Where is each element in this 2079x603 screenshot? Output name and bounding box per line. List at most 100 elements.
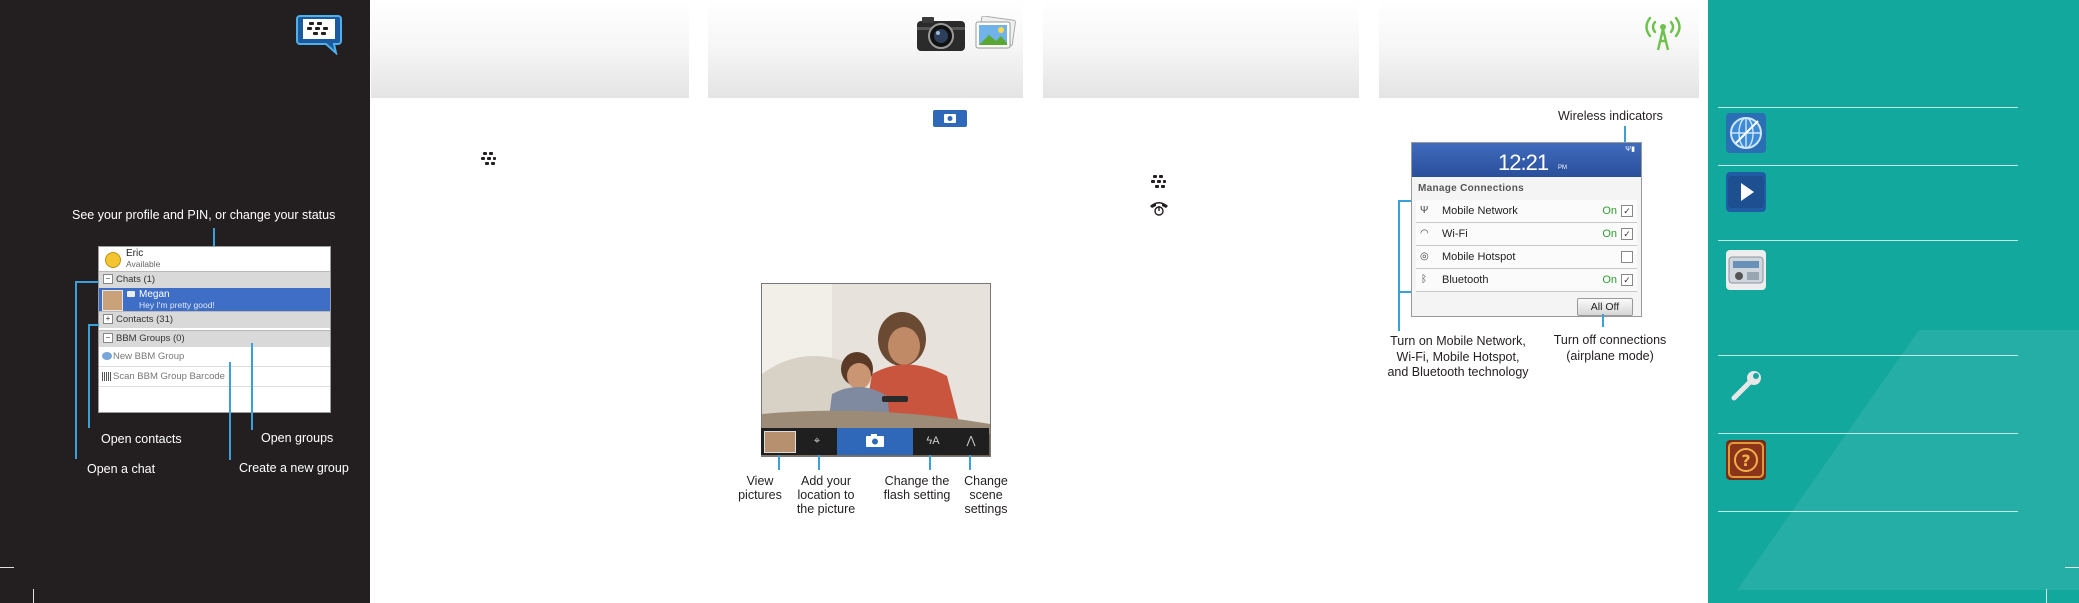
wifi-row[interactable]: ◠ Wi-Fi On ✓ [1416,223,1637,246]
svg-text:?: ? [1741,451,1750,470]
status-bar: 12:21 PM Ψ▮ [1412,143,1641,177]
camera-icon [916,13,966,58]
chat-name: Megan [139,289,170,300]
media-play-icon [1726,172,1766,212]
shutter-button[interactable] [837,428,913,455]
mobile-network-checkbox[interactable]: ✓ [1621,205,1633,217]
new-group-item[interactable]: New BBM Group [99,347,330,367]
camera-shutter-icon [866,434,884,448]
camera-button-icon [933,110,967,127]
end-power-key-icon [1148,200,1170,221]
bluetooth-row[interactable]: ᛒ Bluetooth On ✓ [1416,269,1637,292]
groups-header[interactable]: − BBM Groups (0) [99,330,330,347]
divider [1718,511,2018,512]
browser-globe-icon [1726,113,1766,153]
divider [1718,355,2018,356]
chat-message: Hey I'm pretty good! [139,300,215,310]
view-pictures-button[interactable] [763,428,797,455]
wifi-checkbox[interactable]: ✓ [1621,228,1633,240]
clock-ampm: PM [1558,165,1567,171]
menu-key-icon [480,152,496,171]
collapse-icon: − [103,274,113,285]
divider [1718,165,2018,166]
crop-mark [0,567,14,568]
mobile-hotspot-label: Mobile Hotspot [1442,251,1516,263]
panel-sheen [1736,330,2079,590]
radio-icon [1726,250,1766,290]
wireless-indicators-label: Wireless indicators [1558,109,1663,123]
mobile-network-row[interactable]: Ψ Mobile Network On ✓ [1416,200,1637,223]
profile-row[interactable]: Eric Available [99,247,330,271]
expand-icon: + [103,314,113,325]
groups-header-label: BBM Groups (0) [116,333,185,344]
chat-line-h [75,281,99,283]
signal-icon: Ψ▮ [1625,146,1635,153]
mobile-hotspot-checkbox[interactable] [1621,251,1633,263]
flash-line [929,455,931,470]
manage-connections-screen: 12:21 PM Ψ▮ Manage Connections Ψ Mobile … [1411,142,1642,317]
scan-group-item[interactable]: Scan BBM Group Barcode [99,367,330,387]
crop-mark [33,589,34,603]
bbm-logo-icon [296,13,342,56]
chat-item[interactable]: Megan Hey I'm pretty good! [99,288,330,311]
flash-button[interactable]: ϟA [913,428,953,455]
bluetooth-icon: ᛒ [1421,274,1427,285]
menu-key-icon [1150,175,1166,194]
open-groups-label: Open groups [261,431,334,445]
wireless-antenna-icon [1643,14,1683,57]
change-flash-label: Change the flash setting [883,474,951,502]
bbm-window: Eric Available − Chats (1) Megan Hey I'm … [98,246,331,413]
view-pictures-label: View pictures [738,474,782,502]
mobile-network-icon: Ψ [1420,205,1429,216]
contacts-line-v [88,324,90,428]
page-header-1 [371,0,689,98]
all-off-button[interactable]: All Off [1577,298,1633,316]
divider [1718,240,2018,241]
barcode-icon [102,371,112,381]
all-off-line [1602,314,1604,327]
turn-on-label: Turn on Mobile Network, Wi-Fi, Mobile Ho… [1387,334,1529,379]
camera-toolbar: ⌖ ϟA ⋀ [761,428,989,455]
create-group-label: Create a new group [239,461,349,475]
geotag-button[interactable]: ⌖ [797,428,837,455]
profile-status: Available [126,259,161,269]
pictures-icon [974,15,1016,57]
turn-on-bracket-top [1398,200,1411,202]
collapse-icon: − [103,333,113,344]
divider [1718,433,2018,434]
view-pictures-line [778,455,780,470]
mobile-network-label: Mobile Network [1442,205,1518,217]
connections-title: Manage Connections [1418,183,1524,194]
contacts-header[interactable]: + Contacts (31) [99,311,330,328]
crop-mark [2065,567,2079,568]
profile-name: Eric [126,248,144,259]
turn-on-bracket [1398,200,1400,293]
chat-line-v [75,281,77,459]
turn-on-line [1398,291,1400,331]
groups-line [251,343,253,430]
open-chat-label: Open a chat [87,462,156,476]
chats-header-label: Chats (1) [116,274,156,285]
hotspot-icon: ◎ [1420,251,1429,262]
crop-mark [2046,589,2047,603]
turn-off-label: Turn off connections (airplane mode) [1553,333,1667,363]
wifi-state: On [1602,228,1617,240]
options-wrench-icon [1726,365,1766,405]
mobile-hotspot-row[interactable]: ◎ Mobile Hotspot [1416,246,1637,269]
contacts-header-label: Contacts (31) [116,314,174,325]
avatar [102,290,123,311]
new-group-label: New BBM Group [113,351,185,362]
scene-button[interactable]: ⋀ [953,428,989,455]
profile-callout: See your profile and PIN, or change your… [72,208,336,222]
new-group-line [229,362,231,460]
bluetooth-state: On [1602,274,1617,286]
thumbnail-icon [764,431,796,453]
scene-line [969,455,971,470]
divider [1718,107,2018,108]
chats-header[interactable]: − Chats (1) [99,271,330,288]
help-icon: ? [1726,440,1766,480]
chat-bubble-icon [127,291,135,297]
bluetooth-checkbox[interactable]: ✓ [1621,274,1633,286]
page-header-3 [1043,0,1359,98]
open-contacts-label: Open contacts [101,432,182,446]
